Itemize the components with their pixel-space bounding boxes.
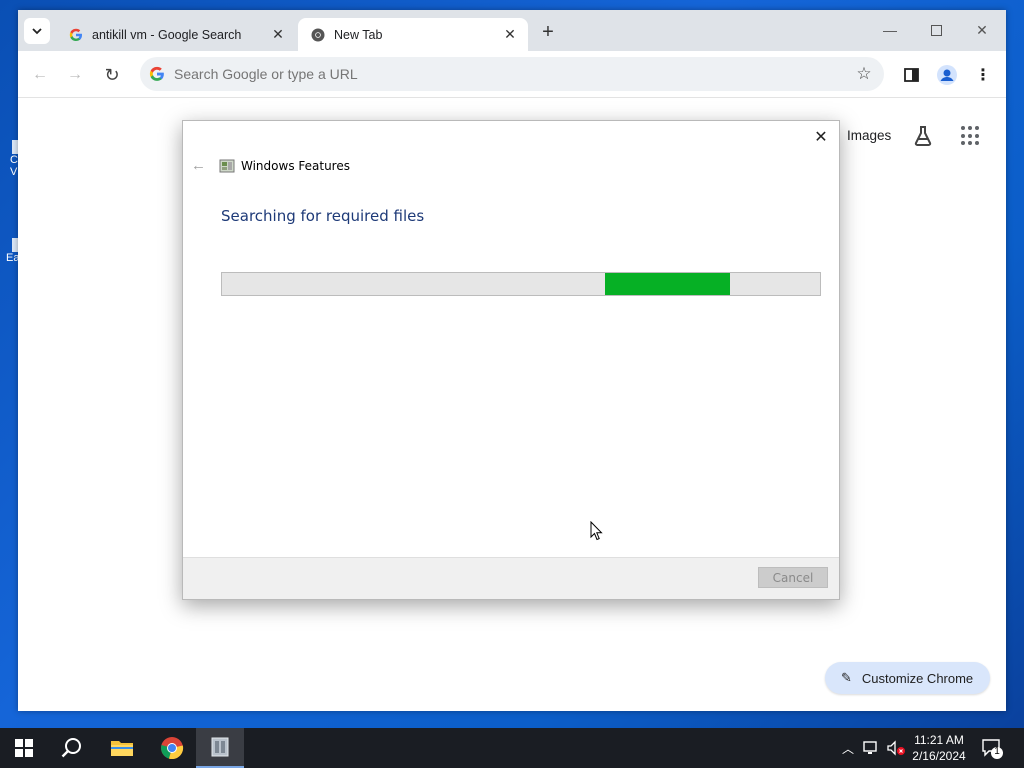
google-g-icon: [68, 27, 84, 43]
progress-bar-chunk: [604, 273, 731, 295]
minimize-button[interactable]: —: [870, 18, 910, 42]
taskbar-file-explorer[interactable]: [98, 728, 146, 768]
dialog-close-button[interactable]: ✕: [811, 127, 831, 147]
windows-logo-icon: [15, 739, 33, 757]
customize-chrome-label: Customize Chrome: [861, 670, 974, 686]
plus-icon: +: [542, 20, 554, 43]
tab-label: antikill vm - Google Search: [92, 27, 242, 42]
chrome-icon: [310, 27, 326, 43]
dialog-back-button[interactable]: ←: [191, 157, 206, 174]
arrow-right-icon: →: [67, 66, 83, 83]
close-icon: ✕: [814, 129, 828, 146]
close-window-button[interactable]: ✕: [962, 18, 1002, 42]
tab-new-tab[interactable]: New Tab ✕: [298, 18, 528, 51]
chevron-up-icon[interactable]: ︿: [838, 740, 858, 757]
windows-features-icon: [211, 737, 229, 757]
clock-time: 11:21 AM: [914, 733, 964, 747]
pencil-icon: ✎: [841, 670, 852, 685]
tab-label: New Tab: [334, 27, 383, 42]
arrow-left-icon: ←: [191, 157, 206, 174]
close-icon[interactable]: ✕: [268, 25, 288, 45]
dialog-title: Windows Features: [241, 159, 350, 173]
tab-strip: antikill vm - Google Search ✕ New Tab ✕ …: [18, 10, 1006, 51]
desktop-icon-partial[interactable]: C V: [0, 140, 18, 178]
google-g-icon: [140, 66, 174, 82]
notifications-button[interactable]: 1: [980, 736, 1004, 760]
taskbar: ︿ 11:21 AM 2/16/2024 1: [0, 728, 1024, 768]
desktop-icon-label: C: [10, 154, 18, 166]
menu-button[interactable]: ⋮: [970, 62, 996, 88]
omnibox[interactable]: ☆: [140, 57, 884, 91]
forward-button[interactable]: →: [62, 62, 88, 88]
tab-search-button[interactable]: [24, 18, 50, 44]
minimize-icon: —: [883, 22, 897, 38]
close-icon: ✕: [976, 21, 988, 38]
more-vert-icon: ⋮: [975, 67, 991, 84]
folder-icon: [111, 741, 133, 756]
chevron-down-icon: [32, 28, 42, 35]
search-button[interactable]: [48, 728, 96, 768]
progress-bar: [221, 272, 821, 296]
profile-button[interactable]: [934, 62, 960, 88]
side-panel-button[interactable]: [898, 62, 924, 88]
volume-muted-icon[interactable]: [886, 740, 906, 756]
labs-flask-icon[interactable]: [911, 124, 935, 148]
desktop-icon-label: V: [10, 166, 18, 178]
close-icon[interactable]: ✕: [500, 25, 520, 45]
network-icon[interactable]: [862, 740, 880, 756]
windows-features-icon: [219, 158, 235, 174]
bookmark-star-icon[interactable]: ☆: [844, 64, 884, 84]
start-button[interactable]: [0, 728, 48, 768]
tab-google-search[interactable]: antikill vm - Google Search ✕: [56, 18, 296, 51]
desktop-icon-partial[interactable]: Ea: [0, 238, 20, 264]
clock-date: 2/16/2024: [912, 749, 966, 763]
system-tray: ︿: [838, 728, 906, 768]
omnibox-input[interactable]: [174, 66, 844, 82]
new-tab-button[interactable]: +: [536, 20, 560, 44]
back-button[interactable]: ←: [27, 62, 53, 88]
reload-button[interactable]: ↻: [99, 62, 125, 88]
desktop-icon-label: Ea: [6, 252, 20, 264]
reload-icon: ↻: [104, 64, 120, 85]
customize-chrome-button[interactable]: ✎ Customize Chrome: [825, 662, 990, 694]
images-link[interactable]: Images: [847, 128, 891, 143]
notification-count: 1: [994, 746, 1000, 757]
avatar-icon: [937, 65, 957, 85]
dialog-footer: Cancel: [183, 557, 839, 599]
taskbar-windows-features[interactable]: [196, 728, 244, 768]
clock[interactable]: 11:21 AM 2/16/2024: [906, 732, 972, 764]
cancel-button[interactable]: Cancel: [758, 567, 828, 588]
search-icon: [61, 738, 81, 758]
browser-toolbar: ← → ↻ ☆ ⋮: [18, 51, 1006, 98]
chrome-icon: [161, 737, 184, 760]
dialog-heading: Searching for required files: [221, 207, 425, 225]
windows-features-dialog: ✕ ← Windows Features Searching for requi…: [182, 120, 840, 600]
mouse-cursor-icon: [590, 521, 603, 541]
arrow-left-icon: ←: [32, 66, 48, 83]
maximize-button[interactable]: [916, 18, 956, 42]
maximize-icon: [930, 24, 942, 36]
google-apps-icon[interactable]: [961, 126, 981, 146]
side-panel-icon: [903, 68, 919, 82]
taskbar-chrome[interactable]: [148, 728, 196, 768]
